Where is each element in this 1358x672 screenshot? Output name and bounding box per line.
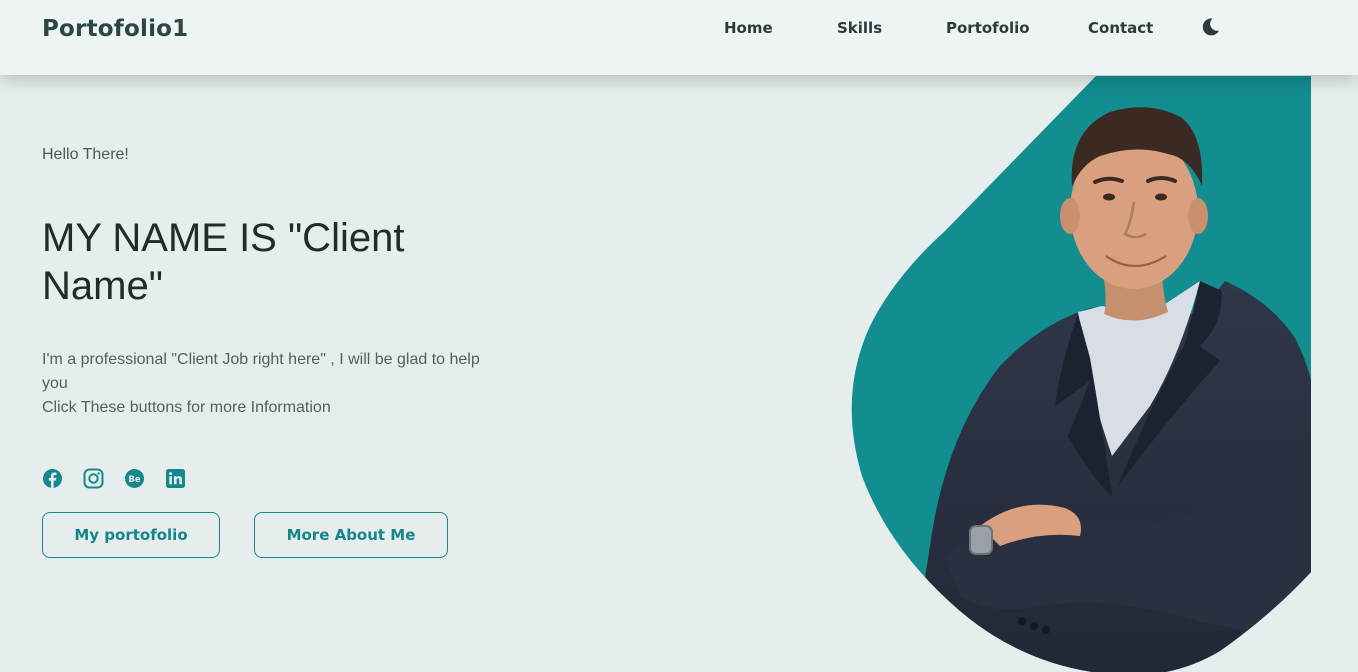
more-about-me-button[interactable]: More About Me xyxy=(254,512,448,558)
svg-text:Be: Be xyxy=(128,475,140,485)
behance-icon[interactable]: Be xyxy=(124,468,145,489)
facebook-icon[interactable] xyxy=(42,468,63,489)
my-portfolio-button[interactable]: My portofolio xyxy=(42,512,220,558)
header: Portofolio1 Home Skills Portofolio Conta… xyxy=(0,0,1358,75)
hero-title: MY NAME IS "Client Name" xyxy=(42,216,405,308)
nav-portfolio[interactable]: Portofolio xyxy=(946,19,1030,37)
linkedin-icon[interactable] xyxy=(165,468,186,489)
greeting: Hello There! xyxy=(42,146,129,163)
nav-skills[interactable]: Skills xyxy=(837,19,882,37)
moon-icon[interactable] xyxy=(1199,16,1221,38)
logo[interactable]: Portofolio1 xyxy=(42,16,188,42)
description-line-1: I'm a professional "Client Job right her… xyxy=(42,351,480,392)
profile-illustration xyxy=(851,76,1311,672)
nav-contact[interactable]: Contact xyxy=(1088,19,1153,37)
description-line-2: Click These buttons for more Information xyxy=(42,399,331,416)
instagram-icon[interactable] xyxy=(83,468,104,489)
hero-description: I'm a professional "Client Job right her… xyxy=(42,348,492,420)
nav-home[interactable]: Home xyxy=(724,19,773,37)
profile-photo xyxy=(850,76,1311,672)
